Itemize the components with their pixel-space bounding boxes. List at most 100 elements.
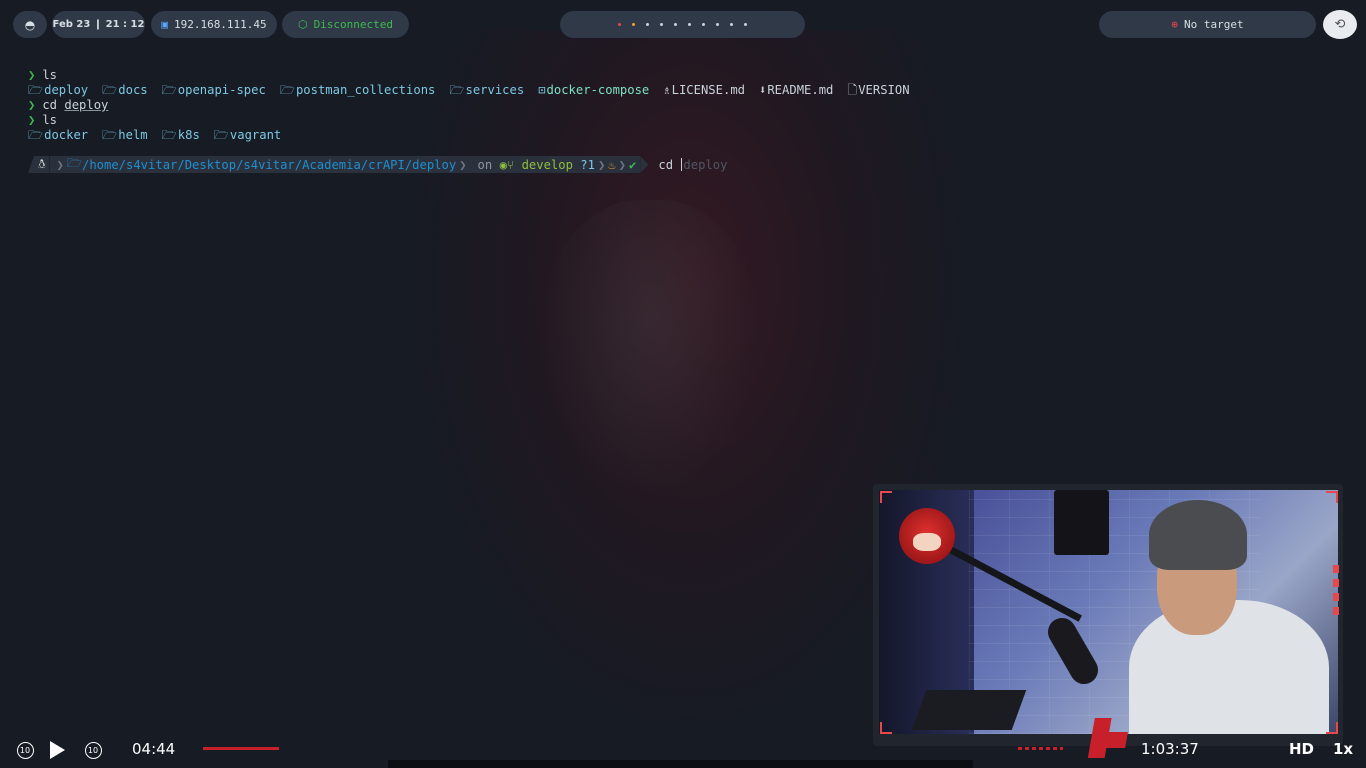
prompt-arrow-icon: ❯ [28,68,36,82]
workspace-dot[interactable] [674,23,677,26]
command: ls [42,113,58,127]
prompt-git-segment: on ◉ ⑂ develop ?1 ❯ ♨ ❯ ✔ [473,156,641,173]
ls-entry: 🗋︎ VERSION [847,83,909,98]
workspace-dot[interactable] [646,23,649,26]
ls-entry: 🗁︎ k8s [162,128,200,143]
power-menu-button[interactable]: ⟲ [1323,10,1357,39]
cube-icon: ⬡ [297,18,308,31]
frame-corner [880,491,892,503]
autosuggestion: deploy [683,157,728,172]
video-player-controls: 10 10 04:44 1:03:37 HD 1x [0,730,1366,768]
fire-icon: ♨ [608,157,616,172]
vpn-widget[interactable]: ⬡ Disconnected [282,11,409,38]
forward-10-icon: 10 [84,741,102,759]
folder-icon: 🗁︎ [102,83,118,97]
prompt-arrow-icon: ❯ [28,98,36,112]
progress-fill [203,747,279,750]
workspace-dot[interactable] [688,23,691,26]
command-arg: deploy [64,98,109,112]
ls-entry-name: README.md [767,83,834,97]
ls-entry: 🗁︎ postman_collections [280,83,436,98]
skip-forward-button[interactable]: 10 [82,739,104,761]
ls-entry: 🗁︎ openapi-spec [162,83,266,98]
chevron-right-icon: ❯ [597,157,606,172]
ls-entry-name: docker [44,128,89,142]
ls-entry-name: VERSION [858,83,910,97]
workspace-dot[interactable] [716,23,719,26]
vpn-status: Disconnected [313,18,394,31]
terminal-line: ❯ ls [28,113,1028,128]
prompt-path: /home/s4vitar/Desktop/s4vitar/Academia/c… [81,157,457,172]
play-button[interactable] [47,739,67,761]
chevron-right-icon: ❯ [56,157,64,172]
launcher-button[interactable]: ◓ [13,11,47,38]
ls-output: 🗁︎ deploy 🗁︎ docs 🗁︎ openapi-spec 🗁︎ postman_co… [28,83,1028,98]
progress-buffer [1018,747,1063,750]
folder-icon: 🗁︎ [213,128,229,142]
ls-entry: 🗁︎ deploy [28,83,88,98]
workspace-dot[interactable] [618,23,621,26]
ip-widget[interactable]: ▣ 192.168.111.45 [151,11,277,38]
streamer-body [1129,600,1329,734]
play-icon [49,741,65,759]
folder-icon: 🗁︎ [279,83,295,97]
ls-entry: ⬇ README.md [759,83,833,98]
prompt-end-arrow [640,156,649,173]
ls-entry-name: openapi-spec [177,83,266,97]
ls-entry: 🗁︎ docs [102,83,147,98]
ls-entry-name: k8s [177,128,200,142]
ls-entry-name: docker-compose [546,83,650,97]
ls-entry: ♗ LICENSE.md [663,83,745,98]
ls-entry-name: LICENSE.md [671,83,745,97]
download-icon: ⬇ [759,83,767,97]
speed-button[interactable]: 1x [1333,740,1353,758]
terminal-output: ❯ ls 🗁︎ deploy 🗁︎ docs 🗁︎ openapi-spec 🗁︎ postma… [28,68,1028,143]
quality-button[interactable]: HD [1289,740,1314,758]
webcam-feed [879,490,1338,734]
shell-prompt[interactable]: 🐧︎ ❯ 🗁︎ /home/s4vitar/Desktop/s4vitar/Ac… [28,156,727,173]
current-time: 04:44 [132,740,176,758]
ls-entry: 🗁︎ docker [28,128,88,143]
typed-command[interactable]: cd [658,158,673,172]
webcam-speaker [1054,490,1109,555]
ls-entry-name: helm [118,128,148,142]
terminal-line: ❯ ls [28,68,1028,83]
folder-open-icon: 🗁︎ [66,156,82,170]
workspace-dot[interactable] [730,23,733,26]
crosshair-icon: ⊕ [1171,18,1178,31]
folder-icon: 🗁︎ [28,128,44,142]
ls-entry-name: docs [118,83,148,97]
terminal-icon: ⊡ [538,83,546,97]
prompt-os-segment: 🐧︎ [28,156,50,173]
terminal-line: ❯ cd deploy [28,98,1028,113]
power-icon: ⟲ [1334,17,1346,32]
prompt-on-label: on [477,157,493,172]
rewind-10-icon: 10 [16,741,34,759]
workspace-dot[interactable] [632,23,635,26]
target-widget[interactable]: ⊕ No target [1099,11,1316,38]
target-status: No target [1184,18,1244,31]
bolt-circle-icon: ◓ [24,17,36,32]
linux-penguin-icon: 🐧︎ [38,156,46,171]
workspace-dot[interactable] [744,23,747,26]
chevron-right-icon: ❯ [618,157,627,172]
workspace-dot[interactable] [702,23,705,26]
frame-corner [1326,491,1338,503]
workspace-dot[interactable] [660,23,663,26]
workspace-switcher[interactable] [560,11,805,38]
github-icon: ◉ [499,157,507,172]
ls-entry: 🗁︎ services [449,83,524,98]
ip-address: 192.168.111.45 [173,18,267,31]
folder-icon: 🗁︎ [161,83,177,97]
channel-logo [899,508,955,564]
wallpaper-face [540,200,760,500]
ls-entry-name: vagrant [229,128,282,142]
monitor-icon: ▣ [161,18,168,31]
prompt-arrow-icon: ❯ [28,113,36,127]
ls-entry: 🗁︎ vagrant [214,128,282,143]
total-time: 1:03:37 [1141,740,1199,758]
command: cd [42,98,58,112]
chevron-right-icon: ❯ [459,157,467,172]
skip-back-button[interactable]: 10 [14,739,36,761]
license-icon: ♗ [663,83,671,97]
